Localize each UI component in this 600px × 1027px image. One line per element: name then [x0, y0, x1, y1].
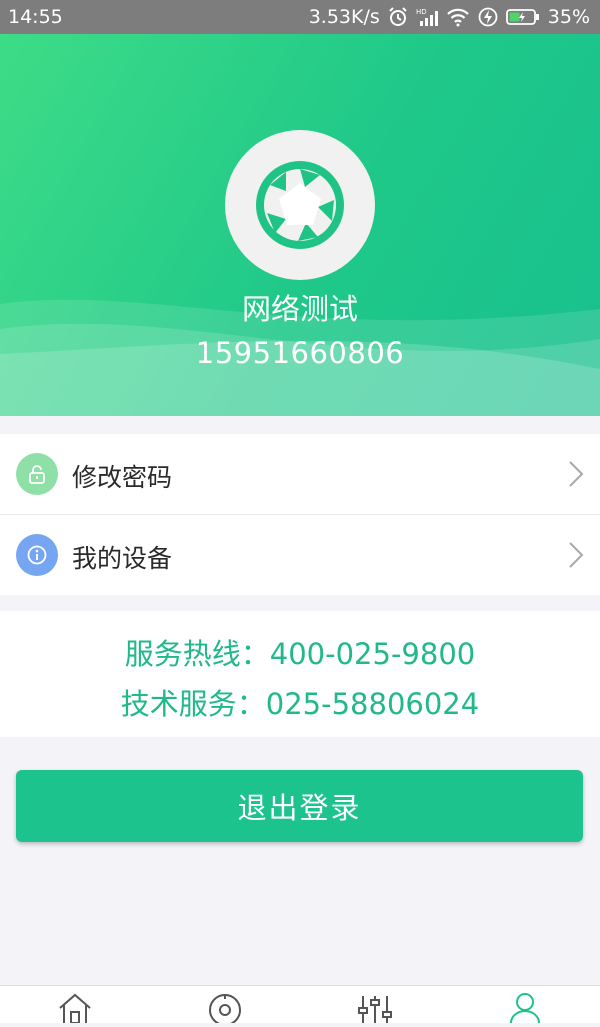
user-name: 网络测试: [241, 292, 358, 326]
home-icon[interactable]: [55, 990, 95, 1024]
logout-button[interactable]: 退出登录: [16, 770, 583, 842]
battery-icon: [505, 8, 540, 26]
hotline-panel: 服务热线：400-025-9800 技术服务：025-58806024: [0, 611, 600, 737]
avatar[interactable]: [225, 130, 375, 280]
wifi-icon: [446, 7, 470, 27]
aperture-logo-icon: [256, 161, 344, 249]
alarm-icon: [388, 7, 408, 27]
lock-icon: [16, 453, 58, 495]
menu-item-label: 我的设备: [72, 544, 173, 573]
settings-menu: 修改密码 我的设备: [0, 434, 600, 595]
status-right: 3.53K/s HD 35%: [309, 6, 590, 28]
menu-item-label: 修改密码: [72, 463, 173, 492]
menu-item-my-devices[interactable]: 我的设备: [0, 514, 600, 595]
battery-percent: 35%: [547, 6, 590, 28]
status-time: 14:55: [8, 6, 63, 28]
svg-text:HD: HD: [416, 8, 427, 16]
profile-header: 网络测试 15951660806: [0, 34, 600, 416]
chevron-right-icon: [568, 460, 584, 492]
profile-icon[interactable]: [505, 990, 545, 1024]
info-icon: [16, 534, 58, 576]
hd-signal-icon: HD: [416, 7, 438, 27]
service-hotline[interactable]: 服务热线：400-025-9800: [0, 631, 600, 673]
charging-icon: [478, 7, 498, 27]
network-speed: 3.53K/s: [308, 6, 380, 28]
status-bar: 14:55 3.53K/s HD 35%: [0, 0, 600, 34]
bottom-nav: [0, 985, 600, 1026]
settings-sliders-icon[interactable]: [355, 990, 395, 1023]
user-phone: 15951660806: [195, 336, 405, 370]
chevron-right-icon: [568, 541, 584, 573]
menu-item-change-password[interactable]: 修改密码: [0, 434, 600, 514]
device-icon[interactable]: [205, 990, 245, 1026]
tech-service-line[interactable]: 技术服务：025-58806024: [0, 681, 600, 723]
